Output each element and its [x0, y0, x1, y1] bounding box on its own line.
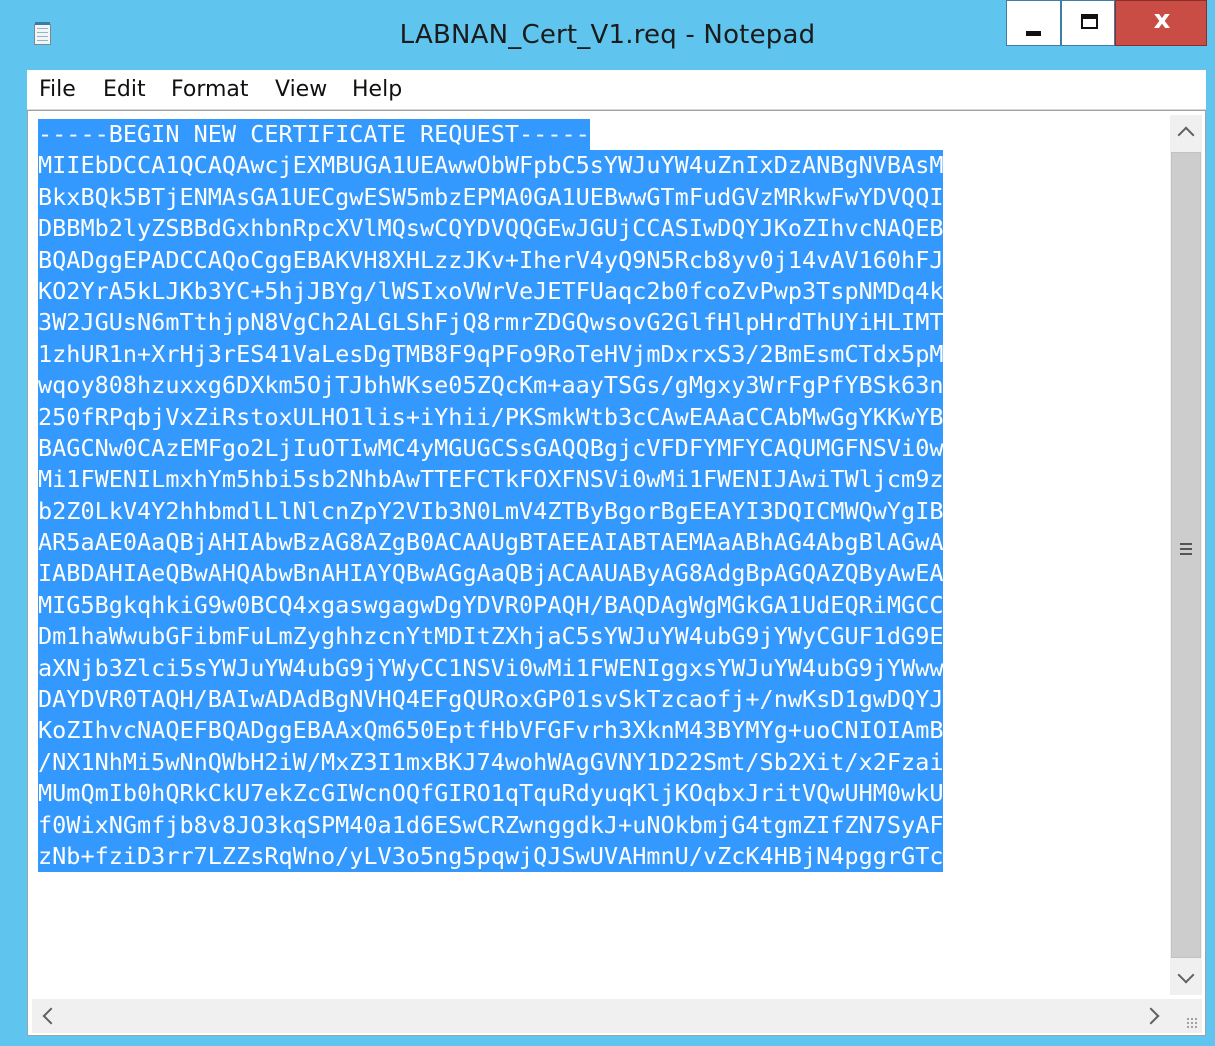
thumb-grip-icon [1180, 543, 1192, 545]
selected-text: DBBMb2lyZSBBdGxhbnRpcXVlMQswCQYDVQQGEwJG… [38, 213, 944, 245]
text-line[interactable]: KO2YrA5kLJKb3YC+5hjJBYg/lWSIxoVWrVeJETFU… [38, 275, 1170, 308]
horizontal-scroll-track[interactable] [64, 999, 1136, 1033]
text-line[interactable]: 3W2JGUsN6mTthjpN8VgCh2ALGLShFjQ8rmrZDGQw… [38, 307, 1170, 339]
chevron-down-icon [1177, 966, 1195, 984]
menu-format[interactable]: Format [171, 77, 249, 102]
selected-text: DAYDVR0TAQH/BAIwADAdBgNVHQ4EFgQURoxGP01s… [38, 684, 944, 716]
selected-text: 1zhUR1n+XrHj3rES41VaLesDgTMB8F9qPFo9RoTe… [38, 338, 944, 371]
vertical-scroll-thumb[interactable] [1171, 152, 1201, 958]
text-line[interactable]: BkxBQk5BTjENMAsGA1UECgwESW5mbzEPMA0GA1UE… [38, 181, 1170, 214]
text-line[interactable]: /NX1NhMi5wNnQWbH2iW/MxZ3I1mxBKJ74wohWAgG… [38, 746, 1170, 779]
selected-text: /NX1NhMi5wNnQWbH2iW/MxZ3I1mxBKJ74wohWAgG… [38, 746, 944, 779]
text-line[interactable]: wqoy808hzuxxg6DXkm5OjTJbhWKse05ZQcKm+aay… [38, 370, 1170, 402]
size-grip[interactable] [1170, 999, 1202, 1033]
selected-text: IABDAHIAeQBwAHQAbwBnAHIAYQBwAGgAaQBjACAA… [38, 558, 944, 590]
text-line[interactable]: BAGCNw0CAzEMFgo2LjIuOTIwMC4yMGUGCSsGAQQB… [38, 432, 1170, 465]
selected-text: MIIEbDCCA1QCAQAwcjEXMBUGA1UEAwwObWFpbC5s… [38, 150, 944, 182]
vertical-scrollbar[interactable] [1170, 115, 1202, 995]
title-bar[interactable]: LABNAN_Cert_V1.req - Notepad x [0, 0, 1215, 70]
resize-grip-icon [1186, 1017, 1198, 1029]
chevron-right-icon [1142, 1007, 1160, 1025]
selected-text: 3W2JGUsN6mTthjpN8VgCh2ALGLShFjQ8rmrZDGQw… [38, 307, 944, 339]
text-caret [38, 119, 40, 150]
menu-bar: File Edit Format View Help [27, 70, 1206, 110]
close-button[interactable]: x [1115, 0, 1207, 46]
text-line[interactable]: AR5aAE0AaQBjAHIAbwBzAG8AZgB0ACAAUgBTAEEA… [38, 527, 1170, 559]
selected-text: zNb+fziD3rr7LZZsRqWno/yLV3o5ng5pqwjQJSwU… [38, 840, 944, 873]
text-line[interactable]: DBBMb2lyZSBBdGxhbnRpcXVlMQswCQYDVQQGEwJG… [38, 213, 1170, 245]
selected-text: -----BEGIN NEW CERTIFICATE REQUEST----- [38, 119, 590, 151]
selected-text: Dm1haWwubGFibmFuLmZyghhzcnYtMDItZXhjaC5s… [38, 621, 944, 653]
text-line[interactable]: MUmQmIb0hQRkCkU7ekZcGIWcnOQfGIRO1qTquRdy… [38, 778, 1170, 810]
scroll-up-button[interactable] [1170, 115, 1202, 149]
text-line[interactable]: Mi1FWENILmxhYm5hbi5sb2NhbAwTTEFCTkFOXFNS… [38, 464, 1170, 496]
selected-text: 250fRPqbjVxZiRstoxULHO1lis+iYhii/PKSmkWt… [38, 401, 944, 433]
selected-text: KO2YrA5kLJKb3YC+5hjJBYg/lWSIxoVWrVeJETFU… [38, 275, 944, 308]
selected-text: BAGCNw0CAzEMFgo2LjIuOTIwMC4yMGUGCSsGAQQB… [38, 432, 944, 465]
selected-text: MIG5BgkqhkiG9w0BCQ4xgaswgagwDgYDVR0PAQH/… [38, 589, 944, 622]
selected-text: Mi1FWENILmxhYm5hbi5sb2NhbAwTTEFCTkFOXFNS… [38, 464, 944, 496]
selected-text: f0WixNGmfjb8v8JO3kqSPM40a1d6ESwCRZwnggdk… [38, 809, 944, 841]
text-line[interactable]: IABDAHIAeQBwAHQAbwBnAHIAYQBwAGgAaQBjACAA… [38, 558, 1170, 590]
minimize-button[interactable] [1006, 0, 1061, 46]
text-line[interactable]: Dm1haWwubGFibmFuLmZyghhzcnYtMDItZXhjaC5s… [38, 621, 1170, 653]
selected-text: BQADggEPADCCAQoCggEBAKVH8XHLzzJKv+IherV4… [38, 244, 944, 276]
text-line[interactable]: aXNjb3Zlci5sYWJuYW4ubG9jYWyCC1NSVi0wMi1F… [38, 652, 1170, 685]
text-line[interactable]: DAYDVR0TAQH/BAIwADAdBgNVHQ4EFgQURoxGP01s… [38, 684, 1170, 716]
text-line[interactable]: 1zhUR1n+XrHj3rES41VaLesDgTMB8F9qPFo9RoTe… [38, 338, 1170, 371]
chevron-left-icon [42, 1007, 60, 1025]
menu-view[interactable]: View [275, 77, 327, 102]
selected-text: MUmQmIb0hQRkCkU7ekZcGIWcnOQfGIRO1qTquRdy… [38, 778, 944, 810]
text-line[interactable]: MIG5BgkqhkiG9w0BCQ4xgaswgagwDgYDVR0PAQH/… [38, 589, 1170, 622]
selected-text: wqoy808hzuxxg6DXkm5OjTJbhWKse05ZQcKm+aay… [38, 370, 944, 402]
selected-text: BkxBQk5BTjENMAsGA1UECgwESW5mbzEPMA0GA1UE… [38, 181, 944, 214]
maximize-button[interactable] [1061, 0, 1115, 46]
text-line[interactable]: b2Z0LkV4Y2hhbmdlLlNlcnZpY2VIb3N0LmV4ZTBy… [38, 495, 1170, 528]
selected-text: aXNjb3Zlci5sYWJuYW4ubG9jYWyCC1NSVi0wMi1F… [38, 652, 944, 685]
menu-edit[interactable]: Edit [103, 77, 146, 102]
chevron-up-icon [1177, 126, 1195, 144]
text-line[interactable]: -----BEGIN NEW CERTIFICATE REQUEST----- [38, 119, 1170, 151]
text-editor[interactable]: -----BEGIN NEW CERTIFICATE REQUEST----- M… [27, 110, 1206, 1036]
menu-file[interactable]: File [39, 77, 76, 102]
text-line[interactable]: zNb+fziD3rr7LZZsRqWno/yLV3o5ng5pqwjQJSwU… [38, 840, 1170, 873]
scroll-left-button[interactable] [32, 999, 64, 1033]
horizontal-scrollbar[interactable] [32, 999, 1170, 1033]
text-line[interactable]: BQADggEPADCCAQoCggEBAKVH8XHLzzJKv+IherV4… [38, 244, 1170, 276]
notepad-window: LABNAN_Cert_V1.req - Notepad x File Edit… [0, 0, 1215, 1046]
selected-text: KoZIhvcNAQEFBQADggEBAAxQm650EptfHbVFGFvr… [38, 715, 944, 747]
text-line[interactable]: MIIEbDCCA1QCAQAwcjEXMBUGA1UEAwwObWFpbC5s… [38, 150, 1170, 182]
selected-text: AR5aAE0AaQBjAHIAbwBzAG8AZgB0ACAAUgBTAEEA… [38, 527, 944, 559]
text-line[interactable]: KoZIhvcNAQEFBQADggEBAAxQm650EptfHbVFGFvr… [38, 715, 1170, 747]
text-line[interactable]: 250fRPqbjVxZiRstoxULHO1lis+iYhii/PKSmkWt… [38, 401, 1170, 433]
text-content-area[interactable]: -----BEGIN NEW CERTIFICATE REQUEST----- M… [38, 119, 1170, 999]
selected-text: b2Z0LkV4Y2hhbmdlLlNlcnZpY2VIb3N0LmV4ZTBy… [38, 495, 944, 528]
minimize-icon [1026, 31, 1041, 36]
scroll-down-button[interactable] [1170, 961, 1202, 995]
text-line[interactable]: f0WixNGmfjb8v8JO3kqSPM40a1d6ESwCRZwnggdk… [38, 809, 1170, 841]
maximize-icon [1081, 14, 1098, 29]
close-icon: x [1153, 5, 1171, 35]
scroll-right-button[interactable] [1136, 999, 1170, 1033]
menu-help[interactable]: Help [352, 77, 402, 102]
